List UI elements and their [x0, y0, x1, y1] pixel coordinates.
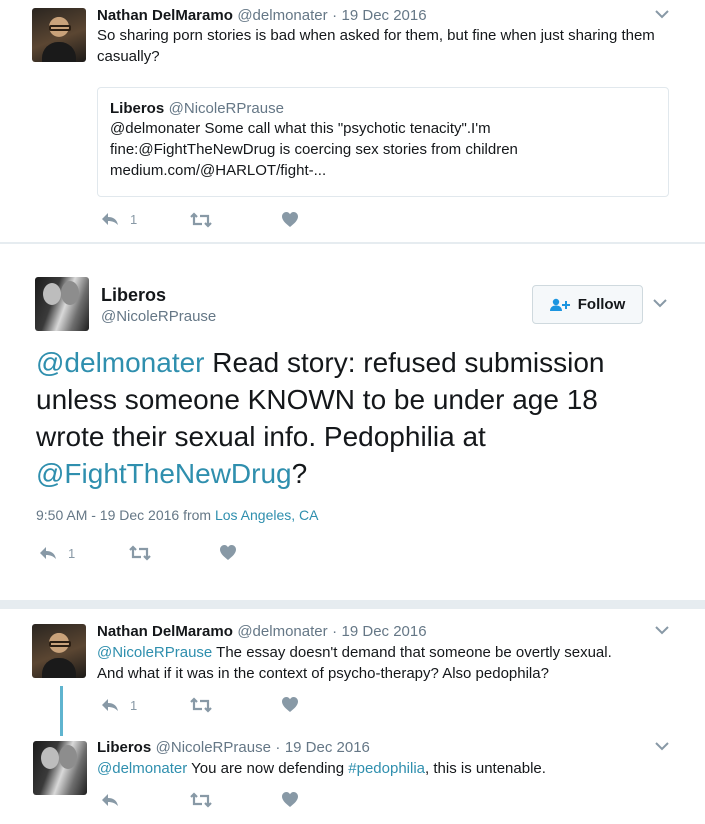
separator-dot: · [275, 739, 281, 756]
user-handle[interactable]: @NicoleRPrause [101, 308, 216, 325]
chevron-down-icon[interactable] [653, 7, 671, 21]
quoted-tweet[interactable]: Liberos @NicoleRPrause @delmonater Some … [97, 87, 669, 197]
tweet-date[interactable]: 19 Dec 2016 [285, 739, 370, 756]
reply-text: @delmonater You are now defending #pedop… [97, 758, 546, 779]
like-icon[interactable] [281, 791, 299, 808]
reply-count: 1 [130, 697, 138, 713]
reply-icon [102, 699, 118, 711]
reply-text-part: You are now defending [187, 760, 349, 777]
follow-label: Follow [577, 296, 626, 313]
reply-count: 1 [68, 545, 76, 561]
like-icon[interactable] [281, 211, 299, 228]
user-name[interactable]: Liberos [101, 285, 166, 306]
chevron-down-icon[interactable] [653, 623, 671, 637]
avatar[interactable] [35, 277, 89, 331]
replies-section: Nathan DelMaramo @delmonater · 19 Dec 20… [0, 609, 705, 824]
main-text-part: ? [291, 458, 308, 489]
mention-link[interactable]: @NicoleRPrause [97, 644, 212, 661]
like-icon[interactable] [219, 544, 237, 561]
tweet-date[interactable]: 19 Dec 2016 [342, 7, 427, 24]
timestamp-text[interactable]: 9:50 AM - 19 Dec 2016 from [36, 507, 215, 523]
retweet-icon[interactable] [128, 545, 152, 561]
reply-text-part: , this is untenable. [425, 760, 546, 777]
retweet-icon[interactable] [189, 212, 213, 228]
separator-dot: · [332, 7, 338, 24]
reply-button[interactable]: 1 [38, 545, 75, 561]
reply-icon [40, 547, 56, 559]
reply-button[interactable]: 1 [100, 211, 137, 227]
retweet-icon[interactable] [189, 792, 213, 808]
user-name[interactable]: Nathan DelMaramo [97, 623, 233, 640]
chevron-down-icon[interactable] [653, 739, 671, 753]
quoted-text-line: fine:@FightTheNewDrug is coercing sex st… [110, 141, 518, 158]
mention-link[interactable]: @delmonater [36, 347, 205, 378]
reply-text-part: The essay doesn't demand that someone be… [212, 644, 612, 661]
quoted-text-line: medium.com/@HARLOT/fight-... [110, 162, 327, 179]
mention-link[interactable]: @FightTheNewDrug [36, 458, 292, 489]
reply-icon [102, 213, 118, 225]
separator-dot: · [332, 623, 338, 640]
avatar[interactable] [33, 741, 87, 795]
tweet-text: So sharing porn stories is bad when aske… [97, 27, 655, 65]
user-handle[interactable]: @NicoleRPrause [156, 739, 271, 756]
user-name[interactable]: Liberos [97, 739, 151, 756]
reply-button[interactable]: 1 [100, 697, 137, 713]
reply-count: 1 [130, 211, 138, 227]
quoted-text-line: @delmonater Some call what this "psychot… [110, 120, 491, 137]
follow-user-icon [549, 298, 570, 311]
chevron-down-icon[interactable] [651, 296, 669, 310]
user-handle[interactable]: @delmonater [237, 623, 327, 640]
tweet-card-1[interactable]: Nathan DelMaramo @delmonater · 19 Dec 20… [0, 0, 705, 242]
user-handle[interactable]: @delmonater [237, 7, 327, 24]
quoted-user-handle: @NicoleRPrause [168, 100, 284, 117]
quoted-user-name: Liberos [110, 100, 165, 117]
tweet-date[interactable]: 19 Dec 2016 [342, 623, 427, 640]
reply-text: @NicoleRPrause The essay doesn't demand … [97, 642, 677, 684]
reply-icon[interactable] [100, 792, 120, 808]
user-name[interactable]: Nathan DelMaramo [97, 7, 233, 24]
location-link[interactable]: Los Angeles, CA [215, 507, 319, 523]
hashtag-link[interactable]: #pedophilia [348, 760, 425, 777]
thread-connector-line [60, 686, 63, 736]
main-tweet-text: @delmonater Read story: refused submissi… [36, 344, 666, 492]
follow-button[interactable]: Follow [532, 285, 643, 324]
avatar[interactable] [32, 624, 86, 678]
mention-link[interactable]: @delmonater [97, 760, 187, 777]
like-icon[interactable] [281, 696, 299, 713]
tweet-timestamp: 9:50 AM - 19 Dec 2016 from Los Angeles, … [36, 507, 319, 523]
avatar[interactable] [32, 8, 86, 62]
reply-text-part: And what if it was in the context of psy… [97, 665, 549, 682]
retweet-icon[interactable] [189, 697, 213, 713]
